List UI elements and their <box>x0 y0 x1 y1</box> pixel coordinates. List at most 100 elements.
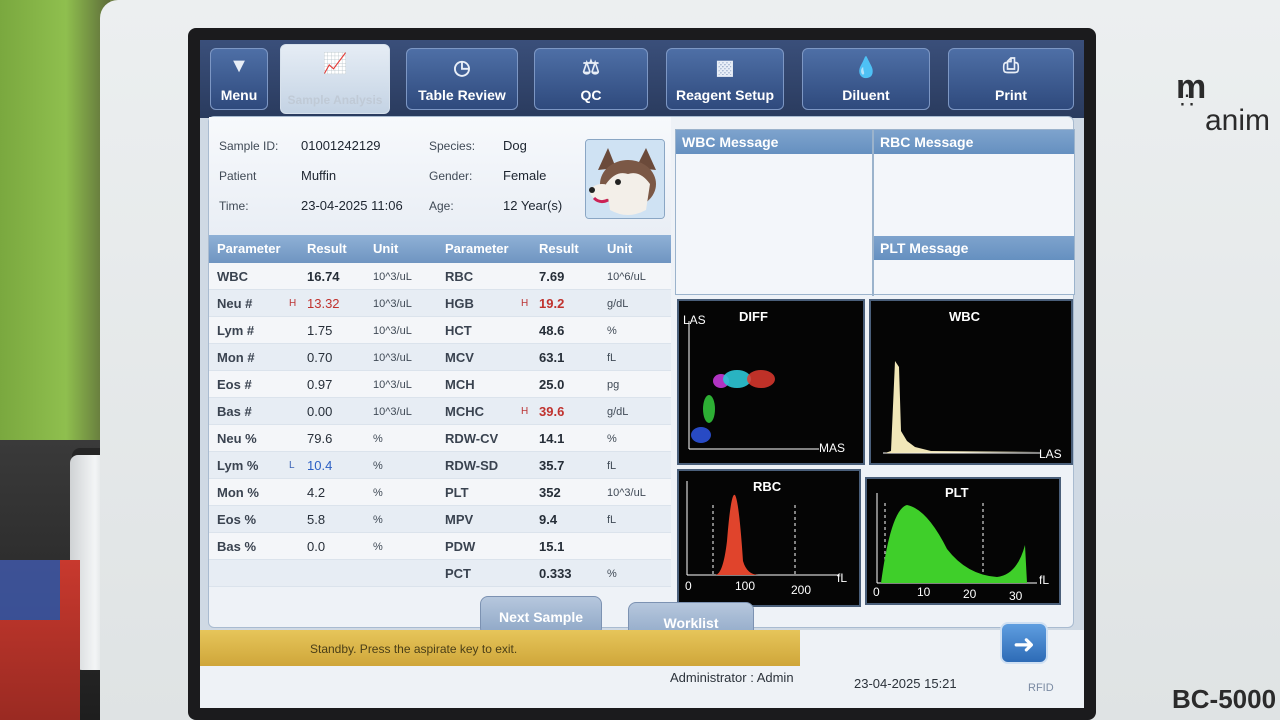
header-parameter-2: Parameter <box>445 241 509 256</box>
param-flag: H <box>521 406 529 417</box>
param-name: PLT <box>445 485 469 500</box>
wbc-message-header: WBC Message <box>676 130 872 154</box>
status-band: Standby. Press the aspirate key to exit. <box>200 630 800 666</box>
message-panel: WBC Message RBC Message PLT Message <box>675 129 1075 296</box>
next-arrow-button[interactable]: ➜ <box>1000 622 1048 664</box>
param-unit: 10^3/uL <box>607 487 646 499</box>
header-result-2: Result <box>539 241 579 256</box>
tab-reagent-setup[interactable]: ▩ Reagent Setup <box>666 48 784 110</box>
balance-icon: ⚖ <box>582 57 600 79</box>
param-unit: % <box>373 514 383 526</box>
param-result: 13.32 <box>307 296 340 311</box>
gender-label: Gender: <box>429 169 473 183</box>
param-name: Bas % <box>217 539 257 554</box>
param-result: 19.2 <box>539 296 565 311</box>
message-divider <box>872 130 874 296</box>
param-unit: % <box>373 541 383 553</box>
table-row: Eos # 0.97 10^3/uL MCH 25.0 pg <box>209 371 671 398</box>
param-result: 0.0 <box>307 539 326 554</box>
status-text: Standby. Press the aspirate key to exit. <box>310 642 518 656</box>
param-result: 16.74 <box>307 269 340 284</box>
table-row: Neu % 79.6 % RDW-CV 14.1 % <box>209 425 671 452</box>
rbc-histogram: RBC 0 100 200 fL <box>677 469 861 607</box>
diff-x-label: MAS <box>819 441 846 455</box>
param-flag: L <box>289 460 295 471</box>
tab-qc[interactable]: ⚖ QC <box>534 48 648 110</box>
menu-button[interactable]: ▼ Menu <box>210 48 268 110</box>
patient-label: Patient <box>219 169 257 183</box>
param-result: 79.6 <box>307 431 333 446</box>
param-name: Eos % <box>217 512 257 527</box>
param-unit: pg <box>607 379 620 391</box>
sample-id-label: Sample ID: <box>219 139 279 153</box>
diff-cluster-red <box>747 370 775 388</box>
param-unit: % <box>607 433 617 445</box>
rbc-tick-0: 0 <box>685 579 692 593</box>
status-bar: Standby. Press the aspirate key to exit.… <box>200 630 1084 708</box>
droplet-icon: 💧 <box>853 57 879 79</box>
header-unit-2: Unit <box>607 241 633 256</box>
table-row: PCT 0.333 % <box>209 560 671 587</box>
print-button[interactable]: ⎙ Print <box>948 48 1074 110</box>
tab-table-review[interactable]: ◷ Table Review <box>406 48 518 110</box>
param-name: Lym # <box>217 323 255 338</box>
diff-cluster-blue <box>691 427 711 443</box>
printer-icon: ⎙ <box>1003 55 1019 77</box>
tab-sample-analysis[interactable]: 📈 Sample Analysis <box>280 44 390 114</box>
param-result: 35.7 <box>539 458 565 473</box>
plt-curve <box>881 505 1027 583</box>
param-name: Neu # <box>217 296 253 311</box>
brand-logo-sub: anim <box>1205 104 1271 137</box>
param-result: 0.70 <box>307 350 333 365</box>
time-label: Time: <box>219 199 249 213</box>
print-label: Print <box>995 87 1027 103</box>
param-result: 4.2 <box>307 485 326 500</box>
table-review-label: Table Review <box>418 87 506 103</box>
param-name: Lym % <box>217 458 259 473</box>
param-unit: % <box>607 568 617 580</box>
diff-plot <box>688 321 819 450</box>
table-row: Lym % L 10.4 % RDW-SD 35.7 fL <box>209 452 671 479</box>
param-result: 5.8 <box>307 512 326 527</box>
results-table-body: WBC 16.74 10^3/uL RBC 7.69 10^6/uL Neu #… <box>209 263 671 587</box>
results-table-header: Parameter Result Unit Parameter Result U… <box>209 235 671 263</box>
param-unit: 10^3/uL <box>373 298 412 310</box>
param-unit: % <box>373 460 383 472</box>
param-name: MCV <box>445 350 474 365</box>
table-row: Mon % 4.2 % PLT 352 10^3/uL <box>209 479 671 506</box>
rbc-curve <box>715 494 759 575</box>
time-value: 23-04-2025 11:06 <box>301 198 403 213</box>
param-unit: 10^3/uL <box>373 325 412 337</box>
param-name: PDW <box>445 539 476 554</box>
table-row: Bas % 0.0 % PDW 15.1 <box>209 533 671 560</box>
dog-avatar <box>585 139 665 219</box>
table-row: WBC 16.74 10^3/uL RBC 7.69 10^6/uL <box>209 263 671 290</box>
param-result: 15.1 <box>539 539 565 554</box>
gender-value: Female <box>503 168 547 183</box>
param-name: PCT <box>445 566 471 581</box>
param-name: Bas # <box>217 404 252 419</box>
param-result: 48.6 <box>539 323 565 338</box>
table-row: Eos % 5.8 % MPV 9.4 fL <box>209 506 671 533</box>
rbc-unit: fL <box>837 571 848 585</box>
wbc-histogram: WBC LAS <box>869 299 1073 465</box>
param-unit: 10^3/uL <box>373 352 412 364</box>
tab-diluent[interactable]: 💧 Diluent <box>802 48 930 110</box>
plt-message-header: PLT Message <box>874 236 1074 260</box>
plt-tick-20: 20 <box>963 587 977 601</box>
wbc-plot <box>883 361 1041 454</box>
chart-icon: 📈 <box>322 53 348 75</box>
current-user: Administrator : Admin <box>670 670 794 685</box>
bottles-icon: ▩ <box>715 57 735 79</box>
sample-info: Sample ID: 01001242129 Patient Muffin Ti… <box>209 117 671 235</box>
param-unit: 10^3/uL <box>373 271 412 283</box>
param-result: 1.75 <box>307 323 333 338</box>
diff-y-label: LAS <box>683 313 706 327</box>
age-value: 12 Year(s) <box>503 198 563 213</box>
table-row: Mon # 0.70 10^3/uL MCV 63.1 fL <box>209 344 671 371</box>
param-unit: fL <box>607 460 617 472</box>
touch-screen: ▼ Menu 📈 Sample Analysis ◷ Table Review … <box>200 40 1084 708</box>
species-value: Dog <box>503 138 527 153</box>
param-name: Mon % <box>217 485 259 500</box>
param-name: MCH <box>445 377 475 392</box>
